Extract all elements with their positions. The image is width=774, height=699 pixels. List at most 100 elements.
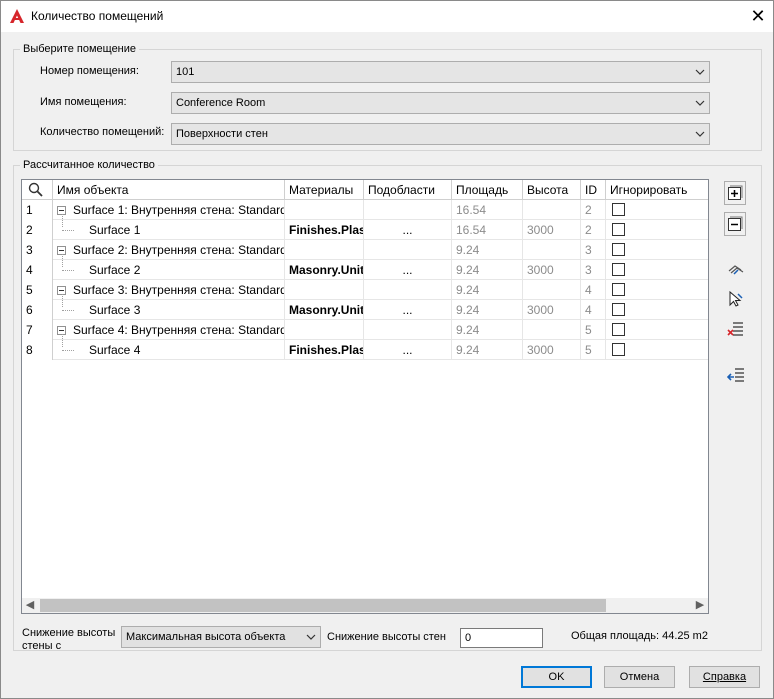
row-ignore-cell (606, 240, 708, 260)
column-header-materials[interactable]: Материалы (285, 180, 364, 200)
quantity-value: Поверхности стен (176, 128, 268, 140)
export-list-button[interactable] (724, 362, 746, 386)
ignore-checkbox[interactable] (612, 263, 625, 276)
grid-header: Имя объекта Материалы Подобласти Площадь… (22, 180, 708, 200)
row-name-cell: Surface 1 (53, 220, 285, 240)
reduce-height-select[interactable]: Максимальная высота объекта (121, 626, 321, 648)
row-number: 5 (22, 280, 53, 300)
room-number-select[interactable]: 101 (171, 61, 710, 83)
column-header-height[interactable]: Высота (523, 180, 581, 200)
table-row[interactable]: 1 Surface 1: Внутренняя стена: Standard … (22, 200, 708, 220)
column-header-id[interactable]: ID (581, 180, 606, 200)
row-number: 6 (22, 300, 53, 320)
row-area: 9.24 (452, 240, 523, 260)
ignore-checkbox[interactable] (612, 343, 625, 356)
remove-items-button[interactable] (724, 316, 746, 340)
ignore-checkbox[interactable] (612, 203, 625, 216)
row-number: 2 (22, 220, 53, 240)
row-height: 3000 (523, 220, 581, 240)
row-name: Surface 2: Внутренняя стена: Standard (73, 243, 285, 257)
table-row[interactable]: 8 Surface 4 Finishes.Plast ... 9.24 3000… (22, 340, 708, 360)
column-header-ignore[interactable]: Игнорировать (606, 180, 708, 200)
chevron-down-icon (695, 100, 705, 106)
pick-object-button[interactable] (724, 286, 746, 310)
table-row[interactable]: 4 Surface 2 Masonry.Unit ... 9.24 3000 3 (22, 260, 708, 280)
row-subregions[interactable]: ... (364, 300, 452, 320)
ignore-checkbox[interactable] (612, 223, 625, 236)
results-legend: Рассчитанное количество (23, 159, 155, 171)
row-subregions[interactable]: ... (364, 220, 452, 240)
row-name: Surface 4: Внутренняя стена: Standard (73, 323, 285, 337)
scroll-right-icon[interactable]: ▶ (692, 598, 708, 613)
remove-list-icon (727, 322, 743, 336)
row-height: 3000 (523, 340, 581, 360)
row-subregions[interactable] (364, 200, 452, 220)
row-material[interactable]: Masonry.Unit (285, 260, 364, 280)
row-material[interactable]: Finishes.Plast (285, 220, 364, 240)
row-name-cell: Surface 4: Внутренняя стена: Standard (53, 320, 285, 340)
row-subregions[interactable] (364, 240, 452, 260)
select-objects-button[interactable] (724, 257, 746, 281)
chevron-down-icon (695, 131, 705, 137)
quantity-select[interactable]: Поверхности стен (171, 123, 710, 145)
row-id: 4 (581, 280, 606, 300)
grid-search-cell[interactable] (22, 180, 53, 200)
row-id: 4 (581, 300, 606, 320)
row-number: 7 (22, 320, 53, 340)
scroll-left-icon[interactable]: ◀ (22, 598, 38, 613)
row-id: 3 (581, 260, 606, 280)
table-row[interactable]: 2 Surface 1 Finishes.Plast ... 16.54 300… (22, 220, 708, 240)
ok-button[interactable]: OK (521, 666, 592, 688)
row-name-cell: Surface 2: Внутренняя стена: Standard (53, 240, 285, 260)
row-name-cell: Surface 4 (53, 340, 285, 360)
table-row[interactable]: 6 Surface 3 Masonry.Unit ... 9.24 3000 4 (22, 300, 708, 320)
row-material[interactable]: Masonry.Unit (285, 300, 364, 320)
close-button[interactable]: ✕ (745, 3, 771, 29)
ignore-checkbox[interactable] (612, 243, 625, 256)
column-header-subregions[interactable]: Подобласти (364, 180, 452, 200)
select-objects-icon (728, 265, 744, 275)
room-name-select[interactable]: Conference Room (171, 92, 710, 114)
horizontal-scrollbar[interactable]: ◀ ▶ (22, 598, 708, 613)
ignore-checkbox[interactable] (612, 283, 625, 296)
scrollbar-thumb[interactable] (40, 599, 606, 612)
row-subregions[interactable] (364, 320, 452, 340)
expand-all-button[interactable] (724, 181, 746, 205)
row-number: 8 (22, 340, 53, 360)
cursor-arrow-icon (729, 290, 743, 307)
row-material[interactable] (285, 200, 364, 220)
help-button[interactable]: Справка (689, 666, 760, 688)
quantity-grid[interactable]: Имя объекта Материалы Подобласти Площадь… (21, 179, 709, 614)
chevron-down-icon (695, 69, 705, 75)
autocad-logo-icon (10, 9, 24, 23)
row-name: Surface 3 (89, 303, 141, 317)
row-ignore-cell (606, 300, 708, 320)
tree-connector (62, 214, 63, 227)
column-header-area[interactable]: Площадь (452, 180, 523, 200)
chevron-down-icon (306, 634, 316, 640)
row-material[interactable] (285, 240, 364, 260)
table-row[interactable]: 7 Surface 4: Внутренняя стена: Standard … (22, 320, 708, 340)
ignore-checkbox[interactable] (612, 323, 625, 336)
collapse-all-button[interactable] (724, 212, 746, 236)
table-row[interactable]: 5 Surface 3: Внутренняя стена: Standard … (22, 280, 708, 300)
row-material[interactable] (285, 280, 364, 300)
row-material[interactable] (285, 320, 364, 340)
cancel-button[interactable]: Отмена (604, 666, 675, 688)
reduce-amount-input[interactable]: 0 (460, 628, 543, 648)
row-ignore-cell (606, 200, 708, 220)
row-subregions[interactable] (364, 280, 452, 300)
row-material[interactable]: Finishes.Plast (285, 340, 364, 360)
row-number: 4 (22, 260, 53, 280)
row-subregions[interactable]: ... (364, 340, 452, 360)
table-row[interactable]: 3 Surface 2: Внутренняя стена: Standard … (22, 240, 708, 260)
row-subregions[interactable]: ... (364, 260, 452, 280)
ignore-checkbox[interactable] (612, 303, 625, 316)
row-number: 1 (22, 200, 53, 220)
reduce-height-value: Максимальная высота объекта (126, 631, 286, 643)
tree-connector (62, 334, 63, 347)
collapse-all-icon (728, 216, 743, 231)
column-header-name[interactable]: Имя объекта (53, 180, 285, 200)
tree-connector (62, 294, 63, 307)
reduce-height-label-line1: Снижение высоты (22, 627, 116, 639)
